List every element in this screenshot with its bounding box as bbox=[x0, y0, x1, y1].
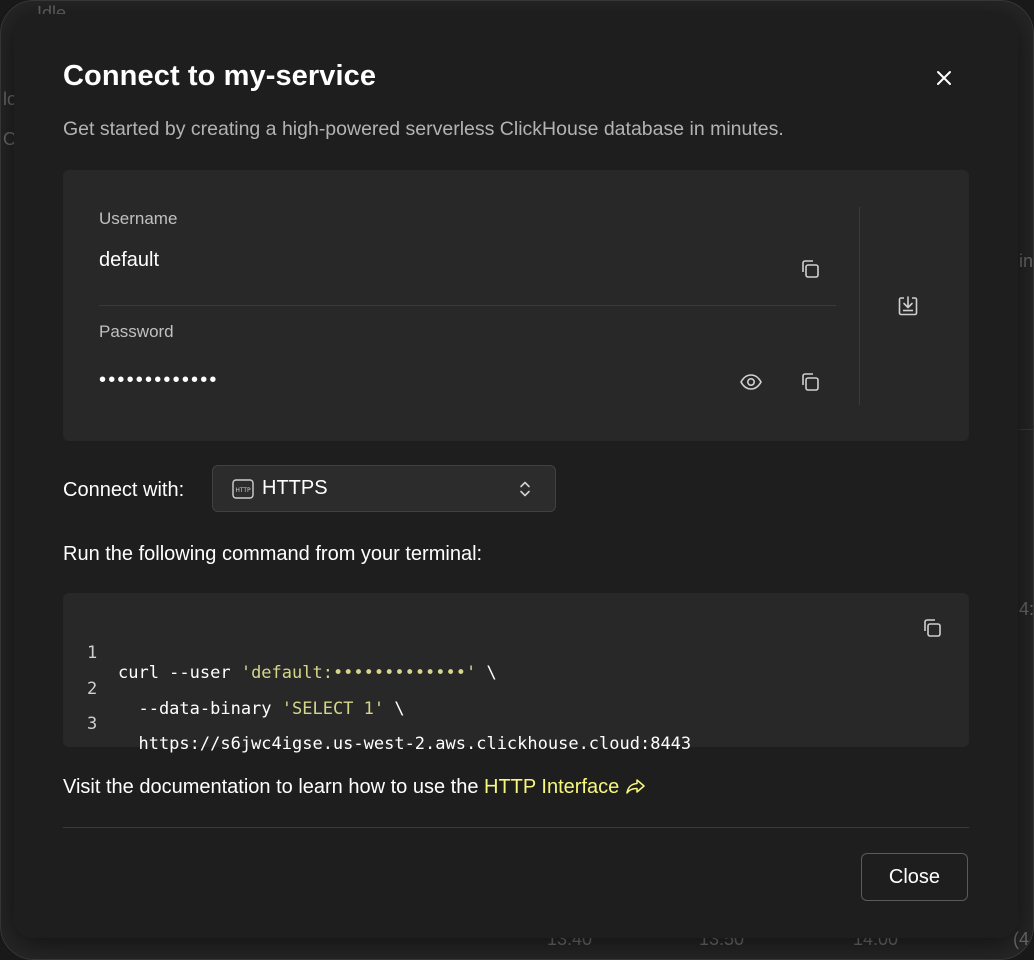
eye-icon[interactable] bbox=[738, 369, 764, 395]
code-line: 1 curl --user 'default:•••••••••••••' \ bbox=[63, 623, 497, 683]
bg-text: (4 bbox=[1013, 929, 1030, 949]
code-text: https://s6jwc4igse.us-west-2.aws.clickho… bbox=[118, 734, 692, 754]
connect-with-label: Connect with: bbox=[63, 479, 185, 501]
password-label: Password bbox=[99, 322, 174, 341]
http-interface-link[interactable]: HTTP Interface bbox=[484, 776, 647, 798]
selected-method: HTTPS bbox=[262, 477, 328, 499]
close-icon[interactable] bbox=[930, 64, 958, 92]
copy-icon[interactable] bbox=[797, 256, 823, 282]
username-label: Username bbox=[99, 209, 178, 228]
credentials-card: Username default Password ••••••••••••• bbox=[63, 170, 969, 441]
chevron-updown-icon bbox=[516, 479, 534, 504]
share-arrow-icon bbox=[626, 779, 645, 794]
close-button[interactable]: Close bbox=[861, 853, 968, 901]
documentation-label: Visit the documentation to learn how to … bbox=[63, 776, 485, 798]
field-divider bbox=[99, 305, 836, 306]
code-block: 1 curl --user 'default:•••••••••••••' \ … bbox=[63, 593, 969, 754]
connect-dialog: Connect to my-service Get started by cre… bbox=[14, 14, 1018, 938]
http-icon: HTTP bbox=[232, 479, 254, 504]
bg-divider bbox=[1019, 429, 1033, 430]
connection-method-select[interactable]: HTTP HTTPS bbox=[212, 465, 556, 512]
copy-icon[interactable] bbox=[797, 369, 823, 395]
line-number: 3 bbox=[87, 714, 98, 734]
card-divider bbox=[859, 207, 860, 405]
bg-text: 4: bbox=[1019, 599, 1034, 619]
code-line: 3 https://s6jwc4igse.us-west-2.aws.click… bbox=[63, 694, 691, 754]
code-text: --data-binary 'SELECT 1' \ bbox=[118, 699, 405, 719]
footer-divider bbox=[63, 827, 969, 828]
documentation-text: Visit the documentation to learn how to … bbox=[63, 776, 647, 799]
bg-text: in bbox=[1019, 251, 1034, 271]
svg-text:HTTP: HTTP bbox=[235, 487, 251, 494]
code-text: curl --user 'default:•••••••••••••' \ bbox=[118, 663, 497, 683]
download-icon[interactable] bbox=[895, 293, 921, 319]
username-value[interactable]: default bbox=[99, 249, 159, 272]
password-value[interactable]: ••••••••••••• bbox=[99, 369, 219, 392]
dialog-subtitle: Get started by creating a high-powered s… bbox=[63, 118, 784, 140]
copy-code-icon[interactable] bbox=[919, 615, 945, 641]
run-command-label: Run the following command from your term… bbox=[63, 543, 483, 565]
code-line: 2 --data-binary 'SELECT 1' \ bbox=[63, 659, 405, 719]
dialog-title: Connect to my-service bbox=[63, 60, 377, 92]
